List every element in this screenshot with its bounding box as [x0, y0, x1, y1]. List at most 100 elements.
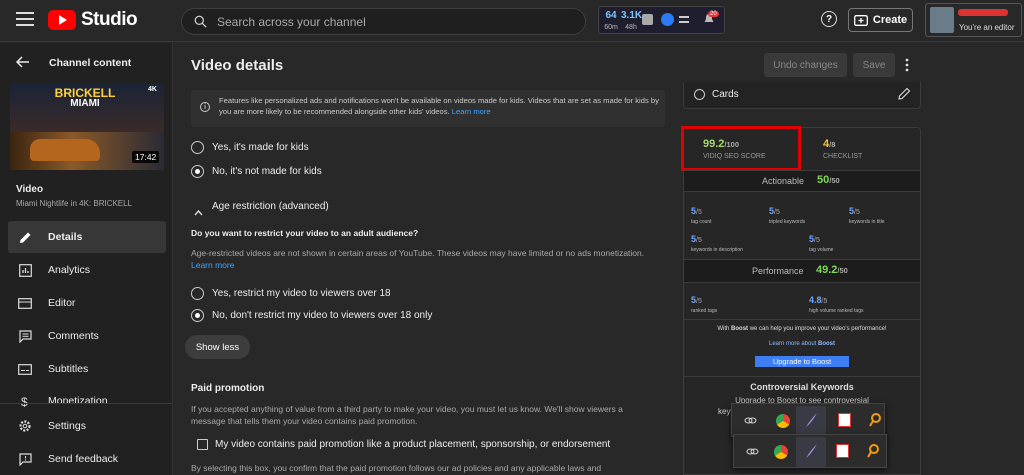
chrome-icon[interactable]	[776, 414, 790, 428]
send-feedback-button[interactable]: Send feedback	[8, 443, 166, 475]
main-content: Video details i Features like personaliz…	[174, 43, 670, 475]
metric-label: ranked tags	[691, 308, 718, 314]
seo-score-highlight	[681, 126, 801, 171]
kids-notice-body: Features like personalized ads and notif…	[219, 96, 659, 116]
boost-text: With Boost we can help you improve your …	[684, 326, 920, 332]
show-less-button[interactable]: Show less	[185, 335, 250, 359]
chart-icon[interactable]	[642, 14, 653, 25]
thumbnail-4k-badge: 4K	[148, 86, 157, 93]
search-input[interactable]	[217, 14, 557, 29]
info-icon: i	[200, 102, 210, 112]
performance-value: 49.2	[816, 264, 838, 276]
top-bar: Studio 64 60m 3.1K 48h 20 ? Create You'r…	[0, 0, 1024, 42]
video-thumbnail[interactable]: BRICKELL MIAMI 4K 17:42	[10, 84, 164, 170]
stat-label: 60m	[604, 24, 618, 31]
search-icon	[194, 15, 207, 28]
kids-no-radio[interactable]	[191, 165, 204, 178]
sidebar-item-analytics[interactable]: Analytics	[8, 254, 166, 286]
metric-label: tag volume	[809, 247, 834, 253]
metric-label: tag count	[691, 219, 712, 225]
back-arrow-icon[interactable]	[15, 55, 30, 73]
undo-changes-button[interactable]: Undo changes	[764, 53, 847, 77]
cards-label: Cards	[712, 89, 739, 100]
settings-button[interactable]: Settings	[8, 410, 166, 442]
boost-learn-more-link[interactable]: Learn more about Boost	[684, 341, 920, 347]
cards-row[interactable]: Cards	[683, 82, 921, 109]
vidiq-extension-bar[interactable]: 64 60m 3.1K 48h 20	[598, 6, 725, 34]
avatar	[930, 7, 954, 33]
paid-promotion-checkbox[interactable]	[197, 439, 208, 450]
menu-icon[interactable]	[16, 12, 34, 26]
stat-48h: 3.1K 48h	[621, 11, 642, 33]
link-icon[interactable]	[744, 414, 757, 427]
pencil-icon	[18, 230, 32, 244]
list-icon[interactable]	[679, 16, 689, 23]
stat-value: 64	[605, 10, 617, 21]
taskbar-popup-2	[733, 434, 887, 468]
link-icon[interactable]	[746, 445, 759, 458]
kids-learn-more-link[interactable]: Learn more	[452, 107, 491, 116]
sidebar-item-label: Subtitles	[48, 363, 89, 375]
paid-promotion-checkbox-label: My video contains paid promotion like a …	[215, 439, 611, 450]
checklist-label: CHECKLIST	[823, 153, 863, 160]
account-role: You're an editor	[959, 23, 1015, 32]
search-app-icon[interactable]	[867, 444, 879, 458]
account-switcher[interactable]: You're an editor	[925, 3, 1022, 37]
chrome-icon[interactable]	[774, 445, 788, 459]
feather-icon[interactable]	[804, 412, 818, 428]
sidebar-item-subtitles[interactable]: Subtitles	[8, 353, 166, 385]
actionable-max: /50	[829, 176, 840, 185]
search-bar[interactable]	[181, 8, 586, 35]
thumbnail-title-2: MIAMI	[70, 98, 100, 109]
video-label: Video	[16, 184, 44, 195]
age-restriction-header[interactable]: Age restriction (advanced)	[212, 201, 329, 212]
age-yes-radio[interactable]	[191, 287, 204, 300]
create-button[interactable]: Create	[848, 8, 913, 32]
actionable-score: 50/50	[817, 174, 840, 186]
age-description-text: Age-restricted videos are not shown in c…	[191, 248, 645, 258]
boost-learn-bold: Boost	[818, 341, 836, 347]
performance-score: 49.2/50	[816, 264, 848, 276]
edit-pencil-icon[interactable]	[898, 87, 911, 105]
sidebar-item-editor[interactable]: Editor	[8, 287, 166, 319]
upgrade-to-boost-button[interactable]: Upgrade to Boost	[755, 356, 849, 367]
sidebar: Channel content BRICKELL MIAMI 4K 17:42 …	[0, 43, 173, 475]
kids-yes-radio[interactable]	[191, 141, 204, 154]
feedback-icon	[18, 452, 32, 466]
sidebar-item-details[interactable]: Details	[8, 221, 166, 253]
metric-tag-count: 5/5 tag count	[691, 201, 712, 225]
studio-logo[interactable]: Studio	[48, 9, 138, 31]
metric-max: /5	[774, 209, 780, 216]
boost-prefix: With	[717, 326, 732, 332]
pdf-icon[interactable]	[838, 413, 851, 427]
pdf-icon[interactable]	[836, 444, 849, 458]
kids-notice: i Features like personalized ads and not…	[191, 90, 665, 127]
controversial-title: Controversial Keywords	[750, 382, 854, 392]
actionable-label: Actionable	[762, 176, 805, 186]
subtitles-icon	[18, 362, 32, 376]
channel-content-title: Channel content	[49, 57, 132, 69]
age-learn-more-link[interactable]: Learn more	[191, 260, 234, 270]
sidebar-item-label: Comments	[48, 330, 99, 342]
sidebar-item-comments[interactable]: Comments	[8, 320, 166, 352]
save-button[interactable]: Save	[853, 53, 895, 77]
checklist-score: 4/8	[823, 138, 835, 150]
feedback-label: Send feedback	[48, 453, 119, 465]
metric-value: 4.8	[809, 295, 822, 305]
search-app-icon[interactable]	[869, 413, 881, 427]
taskbar-popup-1	[731, 403, 885, 437]
thumbnail-car	[30, 139, 100, 161]
cards-icon	[694, 89, 705, 100]
feather-icon[interactable]	[804, 443, 818, 459]
seo-score-max: /100	[724, 140, 740, 149]
checklist-max: /8	[829, 140, 836, 149]
performance-row: Performance 49.2/50	[684, 259, 920, 283]
metric-label: high volume ranked tags	[809, 308, 864, 314]
notification-icon[interactable]: 20	[703, 11, 719, 26]
help-icon[interactable]: ?	[821, 11, 837, 27]
stat-60m: 64 60m	[602, 11, 620, 33]
age-no-radio[interactable]	[191, 309, 204, 322]
vidiq-icon[interactable]	[661, 13, 674, 26]
more-options-icon[interactable]	[905, 58, 909, 72]
chevron-up-icon[interactable]	[194, 203, 203, 221]
